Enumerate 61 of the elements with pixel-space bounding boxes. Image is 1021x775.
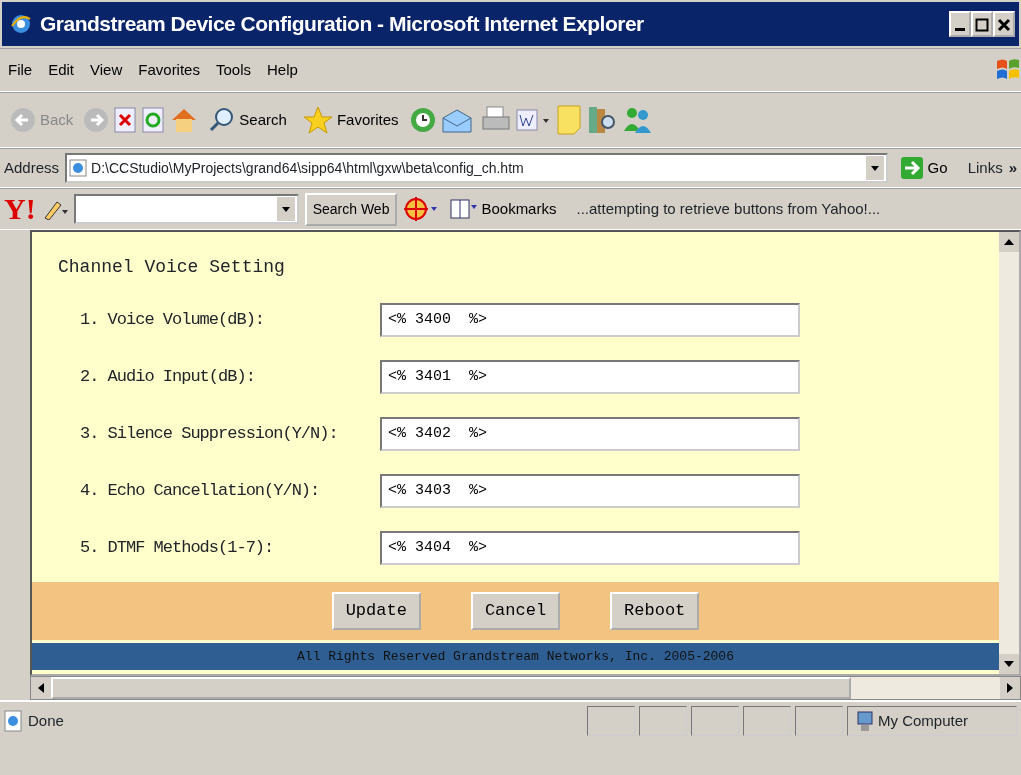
field-label: 1. Voice Volume(dB): [80, 308, 266, 331]
bookmarks-button[interactable]: Bookmarks [443, 197, 563, 221]
status-text: Done [28, 710, 65, 731]
form-button[interactable]: Update [331, 592, 421, 630]
star-icon [302, 106, 333, 134]
refresh-icon[interactable] [141, 106, 166, 134]
address-field[interactable]: D:\CCStudio\MyProjects\grand64\sipp64\html\gxw\beta\config_ch.htm [65, 153, 888, 183]
search-icon [209, 107, 236, 133]
input-field[interactable]: <% 3400 %> [380, 302, 800, 337]
menu-item[interactable]: Tools [207, 58, 259, 82]
scroll-down-icon [999, 654, 1019, 674]
vertical-scrollbar[interactable] [999, 232, 1019, 674]
status-panel [691, 706, 739, 736]
book-icon [449, 197, 478, 221]
field-label: 3. Silence Suppression(Y/N): [80, 422, 339, 445]
close-button[interactable] [993, 11, 1015, 37]
computer-icon [856, 710, 874, 732]
status-panel [639, 706, 687, 736]
close-icon [997, 17, 1011, 32]
menu-item[interactable]: View [82, 58, 131, 82]
input-field[interactable]: <% 3404 %> [380, 530, 800, 565]
yahoo-search-field[interactable] [73, 194, 299, 224]
status-panel [743, 706, 791, 736]
form-button[interactable]: Cancel [470, 592, 561, 630]
input-field[interactable]: <% 3401 %> [380, 359, 800, 394]
scroll-up-icon [999, 232, 1019, 252]
minimize-button[interactable] [949, 11, 971, 37]
field-label: 2. Audio Input(dB): [80, 365, 256, 388]
input-field[interactable]: <% 3403 %> [380, 473, 800, 508]
links-button[interactable]: Links [959, 156, 1003, 180]
zone-text: My Computer [878, 710, 969, 731]
horizontal-scrollbar[interactable] [30, 676, 1021, 700]
status-panel [795, 706, 843, 736]
search-button[interactable]: Search [203, 107, 293, 133]
status-panel [587, 706, 635, 736]
stop-icon[interactable] [113, 106, 138, 134]
page-icon [4, 710, 24, 732]
menu-item[interactable]: File [0, 58, 41, 82]
minimize-icon [955, 28, 965, 31]
menu-item[interactable]: Edit [40, 58, 83, 82]
maximize-button[interactable] [971, 11, 993, 37]
target-icon[interactable] [403, 196, 438, 222]
word-icon[interactable] [514, 106, 551, 134]
input-field[interactable]: <% 3402 %> [380, 416, 800, 451]
address-label: Address [4, 157, 60, 178]
form-button[interactable]: Reboot [610, 592, 700, 630]
maximize-icon [975, 17, 989, 32]
toolbar-message: ...attempting to retrieve buttons from Yahoo!... [576, 198, 881, 219]
go-button[interactable]: Go [893, 156, 954, 180]
footer-text: All Rights Reserved Grandstream Networks, Inc. 2005-2006 [32, 642, 999, 670]
menu-item[interactable]: Favorites [130, 58, 208, 82]
menu-item[interactable]: Help [259, 58, 306, 82]
page-icon [69, 159, 88, 177]
chevron-icon[interactable]: » [1008, 156, 1017, 180]
window-title: Grandstream Device Configuration - Microsoft Internet Explorer [40, 11, 645, 38]
favorites-button[interactable]: Favorites [296, 106, 405, 134]
section-title: Channel Voice Setting [57, 256, 286, 279]
search-web-button[interactable]: Search Web [304, 192, 398, 226]
browser-icon [10, 13, 32, 35]
field-label: 5. DTMF Methods(1-7): [80, 536, 275, 559]
field-label: 4. Echo Cancellation(Y/N): [80, 479, 321, 502]
